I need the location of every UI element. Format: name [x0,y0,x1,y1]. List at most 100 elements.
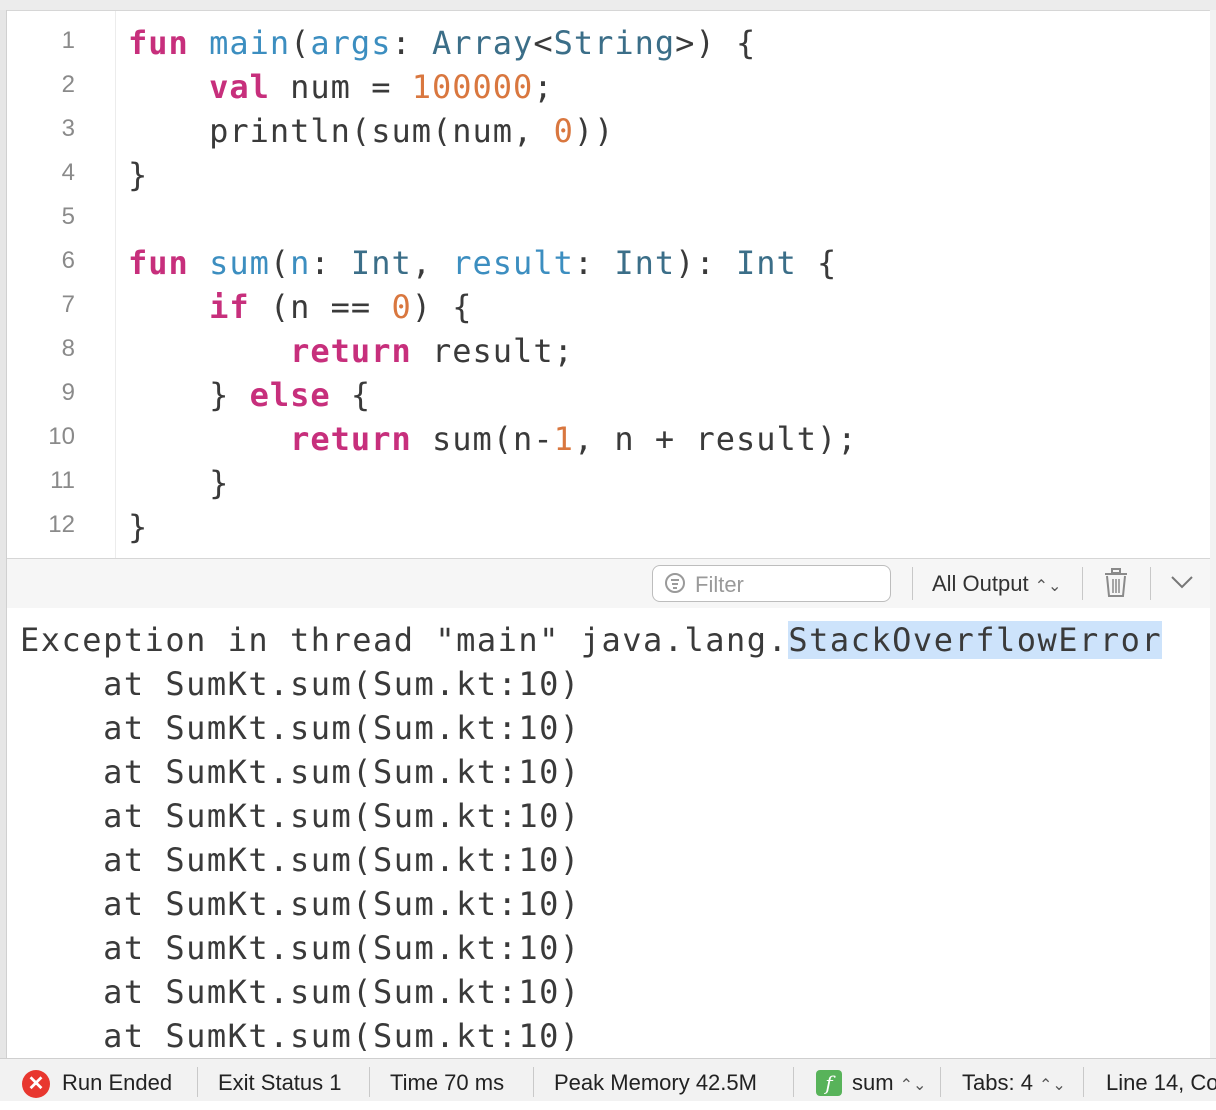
code-token: )) [573,112,615,150]
code-token: , n + result); [573,420,858,458]
code-token: ): [675,244,736,282]
code-token: if [209,288,250,326]
exception-prefix: Exception in thread "main" java.lang. [20,621,789,659]
code-token: } [128,464,230,502]
toolbar-divider [1082,567,1083,600]
toolbar-divider [1150,567,1151,600]
output-select-label: All Output [932,571,1029,596]
code-token: val [209,68,270,106]
code-token: return [290,420,412,458]
filter-placeholder: Filter [695,572,744,597]
code-token: 0 [391,288,412,326]
code-token: : [573,244,615,282]
line-number: 11 [50,467,75,494]
code-editor[interactable]: 1 2 3 4 5 6 7 8 9 10 11 12 fun main(args: Array<Str… [7,11,1210,558]
code-token: sum [209,244,270,282]
code-line: println(sum(num, 0)) [128,109,858,153]
status-divider [1083,1067,1084,1097]
line-number: 6 [61,247,75,274]
code-token: n [290,244,311,282]
code-token: args [310,24,392,62]
code-token: { [330,376,372,414]
code-token: ( [269,244,291,282]
status-divider [197,1067,198,1097]
tabs-arrows-icon: ⌃⌄ [1038,1077,1066,1094]
code-token: main [209,24,291,62]
trash-icon[interactable] [1102,568,1130,598]
code-token: fun [128,24,189,62]
stack-trace-line: at SumKt.sum(Sum.kt:10) [20,709,581,747]
filter-icon [665,573,685,593]
stack-trace-line: at SumKt.sum(Sum.kt:10) [20,1017,581,1055]
code-token: : [310,244,351,282]
code-line: } [128,153,858,197]
line-number-gutter: 1 2 3 4 5 6 7 8 9 10 11 12 [7,11,116,558]
chevron-down-icon[interactable] [1169,569,1195,595]
code-token: println(sum(num, [128,112,554,150]
stack-trace-line: at SumKt.sum(Sum.kt:10) [20,841,581,879]
stack-trace-line: at SumKt.sum(Sum.kt:10) [20,753,581,791]
status-bar: ✕ Run Ended Exit Status 1 Time 70 ms Pea… [0,1058,1216,1101]
line-number: 7 [61,291,75,318]
symbol-arrows-icon: ⌃⌄ [899,1077,927,1094]
code-line: } [128,505,858,549]
code-token: return [290,332,412,370]
exit-status: Exit Status 1 [218,1070,342,1095]
output-select[interactable]: All Output ⌃⌄ [932,571,1061,597]
line-number: 10 [48,423,75,450]
code-token: < [533,24,554,62]
line-number: 5 [61,203,75,230]
line-number: 9 [61,379,75,406]
line-number: 4 [61,159,75,186]
code-line: fun sum(n: Int, result: Int): Int { [128,241,858,285]
symbol-selector[interactable]: sum ⌃⌄ [852,1059,926,1101]
symbol-label: sum [852,1070,894,1095]
status-divider [533,1067,534,1097]
toolbar-divider [912,567,913,600]
code-token: num = [269,68,412,106]
code-token: Int [614,244,676,282]
code-token: String [553,24,676,62]
run-status: Run Ended [62,1070,173,1095]
code-token: Int [350,244,412,282]
left-panel-edge [0,10,7,1060]
code-token: , [411,244,453,282]
cursor-position: Line 14, Col [1106,1070,1216,1095]
code-token: ; [533,68,554,106]
code-token: result; [411,332,574,370]
code-token: else [249,376,331,414]
code-token: Int [735,244,797,282]
code-token: result [452,244,574,282]
code-token: fun [128,244,189,282]
code-token: >) { [675,24,757,62]
filter-field[interactable]: Filter [652,565,891,602]
code-token: 100000 [411,68,534,106]
code-token: 1 [553,420,574,458]
console-toolbar: Filter All Output ⌃⌄ [7,558,1210,609]
code-token: ( [290,24,311,62]
exception-line: Exception in thread "main" java.lang.Sta… [20,618,1163,662]
code-line: } [128,461,858,505]
code-token: sum(n- [411,420,554,458]
code-line: return sum(n-1, n + result); [128,417,858,461]
code-token: (n == [249,288,392,326]
code-token: Array [431,24,534,62]
window-top-edge [0,0,1216,11]
stack-trace-line: at SumKt.sum(Sum.kt:10) [20,929,581,967]
line-number: 8 [61,335,75,362]
console-output[interactable]: Exception in thread "main" java.lang.Sta… [7,608,1210,1058]
code-line: if (n == 0) { [128,285,858,329]
code-line: return result; [128,329,858,373]
code-line: } else { [128,373,858,417]
tabs-selector[interactable]: Tabs: 4 ⌃⌄ [962,1059,1066,1101]
right-scroll-edge[interactable] [1209,10,1216,1060]
stack-trace-line: at SumKt.sum(Sum.kt:10) [20,885,581,923]
select-arrows-icon: ⌃⌄ [1034,578,1062,595]
code-area[interactable]: fun main(args: Array<String>) { val num … [128,21,858,549]
code-token: : [391,24,432,62]
